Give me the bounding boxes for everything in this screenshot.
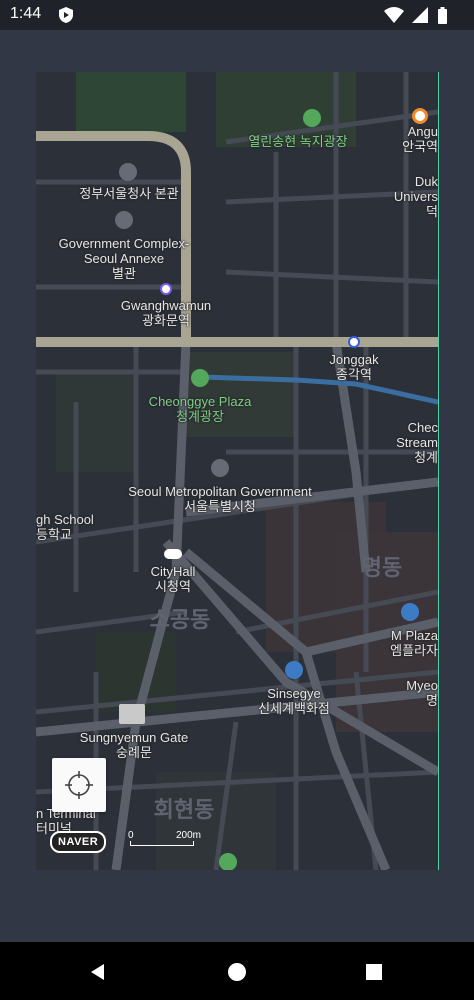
building-icon[interactable] xyxy=(119,163,137,181)
map-label-park-top[interactable]: 열린송현 녹지광장 xyxy=(248,134,347,149)
map-label-duksung[interactable]: Duk Univers 덕 xyxy=(394,174,438,219)
map-label-sungnyemun[interactable]: Sungnyemun Gate 숭례문 xyxy=(80,730,188,760)
park-area xyxy=(76,72,186,132)
recents-icon[interactable] xyxy=(364,962,384,982)
building-icon[interactable] xyxy=(211,459,229,477)
status-bar: 1:44 xyxy=(0,0,474,30)
wifi-icon xyxy=(384,7,404,23)
back-icon[interactable] xyxy=(88,962,108,982)
map-label-myeo[interactable]: Myeo 명 xyxy=(406,678,438,708)
locate-me-button[interactable] xyxy=(52,758,106,812)
gate-icon[interactable] xyxy=(119,704,145,724)
building-icon[interactable] xyxy=(115,211,133,229)
navigation-bar xyxy=(0,942,474,1000)
map-label-high-school[interactable]: gh School 등학교 xyxy=(36,512,94,542)
map-label-sogongdong[interactable]: 소공동 xyxy=(150,608,211,632)
shopping-icon[interactable] xyxy=(401,603,419,621)
home-icon[interactable] xyxy=(227,962,247,982)
status-time: 1:44 xyxy=(10,5,42,22)
battery-icon xyxy=(438,7,447,24)
map-view[interactable]: 열린송현 녹지광장 Angu 안국역 Duk Univers 덕 정부서울청사 … xyxy=(36,72,439,870)
subway-icon[interactable] xyxy=(160,283,172,295)
map-label-jonggak[interactable]: Jonggak 종각역 xyxy=(329,352,378,382)
signal-icon xyxy=(412,7,428,23)
map-label-cheonggye[interactable]: Cheonggye Plaza 청계광장 xyxy=(149,394,252,424)
map-label-gov-hq[interactable]: 정부서울청사 본관 xyxy=(79,186,178,201)
map-label-myeongdong[interactable]: 명동 xyxy=(362,556,402,580)
subway-icon[interactable] xyxy=(348,336,360,348)
scale-bar xyxy=(130,841,194,846)
map-label-cityhall-station[interactable]: CityHall 시청역 xyxy=(151,564,196,594)
crosshair-icon xyxy=(65,771,93,799)
map-label-angukyeok[interactable]: Angu 안국역 xyxy=(402,124,438,154)
map-label-gwanghwamun[interactable]: Gwanghwamun 광화문역 xyxy=(121,298,211,328)
green-area xyxy=(56,372,136,472)
map-scale: 0 200m xyxy=(128,830,201,848)
map-label-gov-annex[interactable]: Government Complex- Seoul Annexe 별관 xyxy=(59,236,190,281)
map-label-city-hall-gov[interactable]: Seoul Metropolitan Government 서울특별시청 xyxy=(128,484,312,514)
subway-icon[interactable] xyxy=(412,108,428,124)
park-icon[interactable] xyxy=(219,853,237,870)
scale-start: 0 xyxy=(128,830,134,841)
subway-icon[interactable] xyxy=(164,549,182,559)
scale-end: 200m xyxy=(176,830,202,841)
park-icon[interactable] xyxy=(303,109,321,127)
shopping-icon[interactable] xyxy=(285,661,303,679)
map-label-shinsegae[interactable]: Sinsegye 신세계백화점 xyxy=(258,686,330,716)
shield-icon xyxy=(59,7,73,23)
map-label-hoehyeon[interactable]: 회현동 xyxy=(154,798,215,822)
status-icons xyxy=(382,6,466,24)
park-icon[interactable] xyxy=(191,369,209,387)
map-label-m-plaza[interactable]: M Plaza 엠플라자 xyxy=(390,628,438,658)
naver-logo[interactable]: NAVER xyxy=(50,831,107,853)
map-label-cheonggye-stream[interactable]: Chec Stream 청계 xyxy=(396,420,438,465)
